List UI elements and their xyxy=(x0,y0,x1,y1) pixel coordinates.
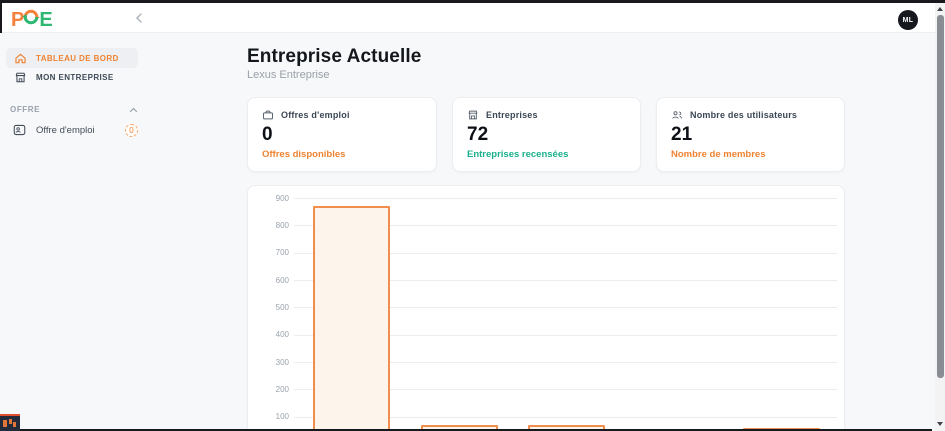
vertical-scrollbar[interactable] xyxy=(935,3,945,431)
window-top-edge xyxy=(0,0,945,3)
card-sublabel: Offres disponibles xyxy=(262,149,346,160)
chevron-up-icon xyxy=(129,107,138,112)
app-logo[interactable]: P E xyxy=(11,8,53,32)
y-axis-tick-label: 400 xyxy=(275,330,289,340)
chart-bar[interactable] xyxy=(313,206,390,431)
card-label: Offres d'emploi xyxy=(281,110,350,120)
stat-card-entreprises: Entreprises 72 Entreprises recensées xyxy=(452,97,641,172)
home-icon xyxy=(15,53,26,63)
sidebar-item-mon-entreprise[interactable]: MON ENTREPRISE xyxy=(14,71,114,84)
scrollbar-thumb[interactable] xyxy=(936,15,944,378)
y-axis-tick-label: 900 xyxy=(275,193,289,203)
logo-letter-e: E xyxy=(39,8,52,31)
person-card-icon xyxy=(13,124,26,136)
card-value: 0 xyxy=(262,124,273,145)
y-axis-tick-label: 600 xyxy=(275,275,289,285)
logo-sync-arrows-icon xyxy=(22,8,41,32)
overlay-glyph xyxy=(9,419,12,424)
overlay-glyph xyxy=(13,422,16,427)
stat-card-utilisateurs: Nombre des utilisateurs 21 Nombre de mem… xyxy=(656,97,845,172)
sidebar-section-label: OFFRE xyxy=(10,105,41,114)
scrollbar-down-button[interactable] xyxy=(935,419,945,429)
building-icon xyxy=(468,110,478,120)
card-value: 72 xyxy=(467,124,489,145)
storefront-icon xyxy=(15,72,26,83)
page-subtitle: Lexus Entreprise xyxy=(247,69,330,81)
app-window: P E ML TABLEAU DE BORD MON ENTREPRISE OF… xyxy=(0,0,945,431)
chart-plot xyxy=(294,186,837,431)
window-left-edge xyxy=(0,0,2,33)
y-axis-tick-label: 300 xyxy=(275,357,289,367)
sidebar-collapse-button[interactable] xyxy=(130,9,148,27)
scrollbar-up-button[interactable] xyxy=(935,4,945,14)
y-axis-tick-label: 800 xyxy=(275,220,289,230)
bar-chart-card: 900 800 700 600 500 400 300 200 100 xyxy=(247,185,845,431)
card-sublabel: Nombre de membres xyxy=(671,149,766,160)
briefcase-icon xyxy=(263,110,273,120)
page-title: Entreprise Actuelle xyxy=(247,46,422,67)
user-avatar[interactable]: ML xyxy=(898,10,918,30)
y-axis-tick-label: 100 xyxy=(275,412,289,422)
card-value: 21 xyxy=(671,124,693,145)
sidebar-section-offre[interactable]: OFFRE xyxy=(10,105,138,114)
y-axis-tick-label: 200 xyxy=(275,384,289,394)
topbar: P E ML xyxy=(0,3,945,33)
card-sublabel: Entreprises recensées xyxy=(467,149,569,160)
gridline xyxy=(294,198,837,199)
scrollbar-down-icon xyxy=(937,422,943,426)
sidebar-item-tableau-de-bord[interactable]: TABLEAU DE BORD xyxy=(6,48,138,68)
users-icon xyxy=(672,111,682,119)
overlay-glyph xyxy=(3,420,7,427)
offer-count-badge: 0 xyxy=(125,123,138,137)
scrollbar-up-icon xyxy=(937,7,943,11)
sidebar-item-label: Offre d'emploi xyxy=(36,124,95,136)
card-label: Nombre des utilisateurs xyxy=(690,110,798,120)
stat-card-offres: Offres d'emploi 0 Offres disponibles xyxy=(247,97,437,172)
chart-y-axis: 900 800 700 600 500 400 300 200 100 xyxy=(248,186,289,431)
sidebar-item-label: MON ENTREPRISE xyxy=(36,73,114,82)
chevron-left-icon xyxy=(135,13,142,23)
devtools-overlay-badge[interactable] xyxy=(0,414,20,431)
sidebar-item-offre-demploi[interactable]: Offre d'emploi 0 xyxy=(12,123,138,137)
y-axis-tick-label: 700 xyxy=(275,248,289,258)
sidebar-item-label: TABLEAU DE BORD xyxy=(36,53,119,63)
y-axis-tick-label: 500 xyxy=(275,302,289,312)
card-label: Entreprises xyxy=(486,110,538,120)
